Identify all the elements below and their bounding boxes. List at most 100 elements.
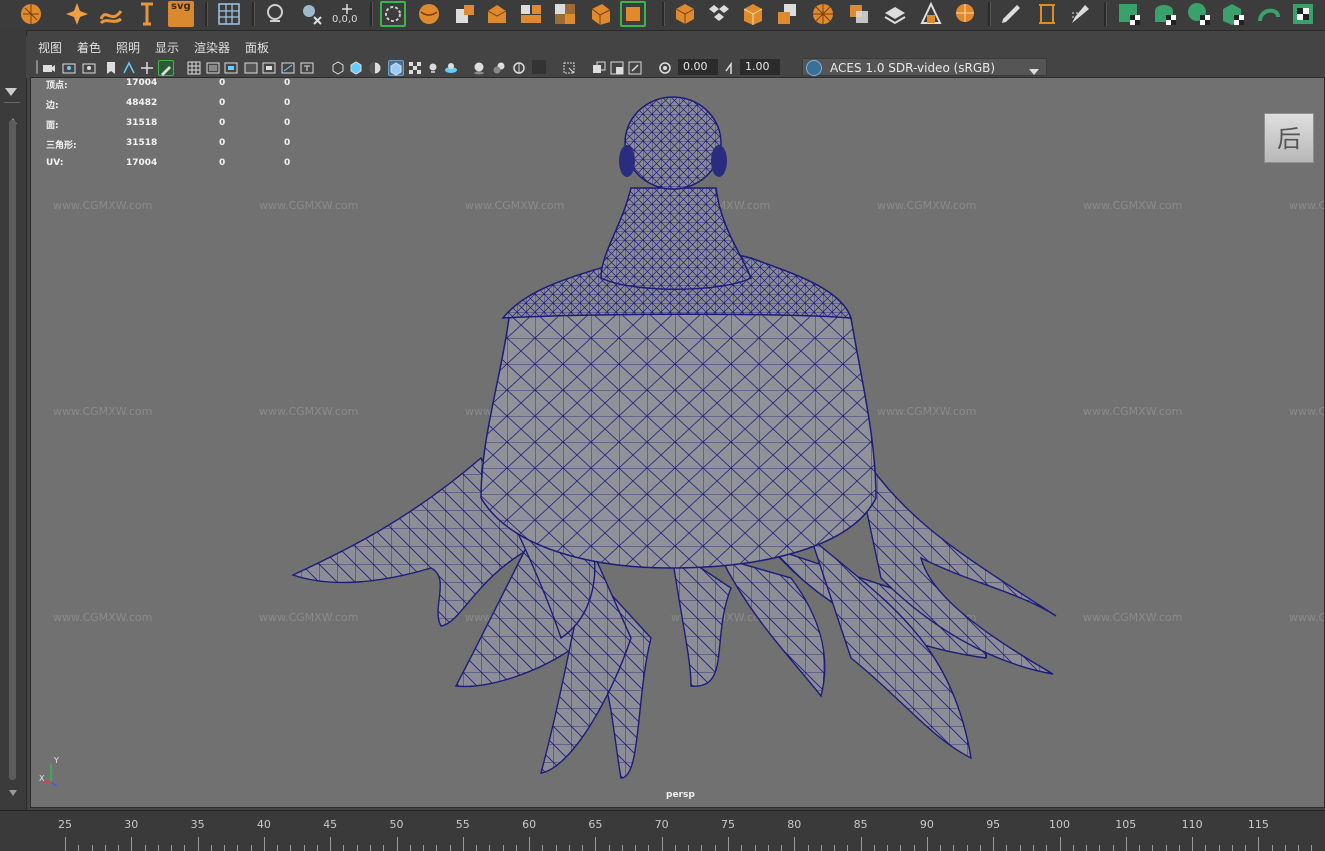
multi-cut-icon[interactable] — [552, 1, 578, 27]
gate-mask-icon[interactable] — [244, 60, 258, 74]
scroll-down-icon[interactable] — [8, 782, 18, 801]
svg-icon[interactable]: svg — [168, 1, 194, 27]
target-weld-icon[interactable] — [706, 1, 732, 27]
timeline-tick — [1152, 845, 1154, 851]
safe-title-icon[interactable] — [300, 60, 314, 74]
grid-icon[interactable] — [216, 1, 242, 27]
camera-lock-icon[interactable] — [82, 60, 96, 74]
timeline-tick-label: 75 — [721, 818, 735, 831]
grid-toggle-icon[interactable] — [187, 60, 201, 75]
timeline-tick-label: 80 — [787, 818, 802, 831]
menu-shading[interactable]: 着色 — [77, 39, 101, 56]
timeline-tick — [807, 845, 809, 851]
brush-icon[interactable] — [1068, 1, 1094, 27]
deformer-icon[interactable] — [846, 1, 872, 27]
zoom-fit-icon[interactable] — [628, 60, 642, 75]
safe-action-icon[interactable] — [281, 60, 295, 74]
2d-view-icon[interactable] — [610, 60, 624, 75]
paint-icon[interactable] — [810, 1, 836, 27]
timeline-ruler[interactable]: 25 30 35 40 45 50 55 60 65 70 75 80 85 90 95 100 105 110 1… — [0, 811, 1325, 851]
smooth-shade-icon[interactable] — [349, 60, 363, 75]
uv-sew-icon[interactable] — [1256, 1, 1282, 27]
deformer-icon[interactable] — [882, 1, 908, 27]
menu-view[interactable]: 视图 — [38, 39, 62, 56]
collapse-arrow-icon[interactable] — [4, 82, 18, 101]
camera-icon[interactable] — [42, 60, 56, 74]
curve-tool-icon[interactable] — [98, 1, 124, 27]
exposure-field[interactable]: 0.00 — [678, 59, 718, 75]
timeline-tick — [171, 845, 173, 851]
insert-edge-loop-icon[interactable] — [588, 1, 614, 27]
deformer-icon[interactable] — [952, 1, 978, 27]
sparkle-icon[interactable] — [64, 1, 90, 27]
merge-icon[interactable] — [620, 1, 646, 27]
time-slider[interactable]: 25 30 35 40 45 50 55 60 65 70 75 80 85 90 95 100 105 110 1… — [0, 810, 1325, 851]
2d-pan-icon[interactable] — [140, 60, 154, 74]
menu-lighting[interactable]: 照明 — [116, 39, 140, 56]
origin-icon[interactable]: 0,0,0 — [330, 1, 364, 27]
exposure-icon[interactable] — [658, 60, 672, 74]
soft-select-icon[interactable] — [774, 1, 800, 27]
extrude-icon[interactable] — [484, 1, 510, 27]
menu-panels[interactable]: 面板 — [245, 39, 269, 56]
sculpt-icon[interactable] — [740, 1, 766, 27]
fill-hole-icon[interactable] — [672, 1, 698, 27]
scrollbar-thumb[interactable] — [9, 120, 16, 780]
polygon-sphere-icon[interactable] — [18, 1, 44, 27]
menu-renderer[interactable]: 渲染器 — [194, 39, 230, 56]
snap-x-icon[interactable] — [298, 1, 324, 27]
screen-space-ao-icon[interactable] — [472, 60, 486, 75]
uv-layout-icon[interactable] — [1152, 1, 1178, 27]
timeline-tick — [661, 837, 663, 851]
measure-icon[interactable] — [1034, 1, 1060, 27]
uv-checker-icon[interactable] — [1290, 1, 1316, 27]
camera-attributes-icon[interactable] — [62, 60, 76, 74]
film-gate-icon[interactable] — [206, 60, 220, 74]
gamma-field[interactable]: 1.00 — [740, 59, 780, 75]
cube-icon[interactable] — [416, 1, 442, 27]
uv-cut-icon[interactable] — [1220, 1, 1246, 27]
timeline-tick-label: 35 — [190, 818, 205, 831]
default-material-icon[interactable] — [368, 60, 382, 74]
field-chart-icon[interactable] — [262, 60, 276, 74]
3d-viewport[interactable]: www.CGMXW.com www.CGMXW.com www.CGMXW.com w… — [30, 77, 1325, 808]
left-sidebar — [0, 30, 27, 810]
image-plane-icon[interactable] — [122, 60, 136, 74]
anti-aliasing-icon[interactable] — [512, 60, 526, 74]
uv-unfold-icon[interactable] — [1186, 1, 1212, 27]
wireframe-on-shaded-icon[interactable] — [388, 60, 404, 76]
light-icon[interactable] — [426, 60, 440, 74]
menu-show[interactable]: 显示 — [155, 39, 179, 56]
timeline-tick — [1112, 845, 1114, 851]
bookmark-icon[interactable] — [104, 60, 118, 74]
resolution-gate-icon[interactable] — [224, 60, 238, 74]
pencil-icon[interactable] — [998, 1, 1024, 27]
deformer-icon[interactable] — [918, 1, 944, 27]
timeline-tick — [1019, 845, 1021, 851]
motion-blur-icon[interactable] — [492, 60, 506, 74]
snap-icon[interactable] — [262, 1, 288, 27]
timeline-tick — [568, 845, 570, 851]
lasso-select-icon[interactable] — [380, 1, 406, 27]
wireframe-icon[interactable] — [331, 60, 345, 75]
color-space-dropdown[interactable]: ACES 1.0 SDR-video (sRGB) — [802, 58, 1047, 76]
depth-of-field-icon[interactable] — [532, 60, 546, 74]
timeline-tick — [1178, 845, 1180, 851]
shelf-divider — [1104, 2, 1107, 26]
hud-toggle-icon[interactable] — [592, 60, 606, 74]
isolate-select-icon[interactable] — [562, 60, 576, 74]
timeline-tick — [847, 845, 849, 851]
timeline-tick — [1032, 845, 1034, 851]
shadows-icon[interactable] — [444, 60, 458, 74]
timeline-tick — [595, 837, 597, 851]
view-cube[interactable]: 后 — [1264, 113, 1314, 163]
bevel-icon[interactable] — [452, 1, 478, 27]
xray-icon[interactable] — [408, 60, 422, 74]
uv-editor-icon[interactable] — [1116, 1, 1142, 27]
bridge-icon[interactable] — [518, 1, 544, 27]
gamma-icon[interactable] — [724, 60, 738, 74]
text-tool-icon[interactable] — [134, 1, 160, 27]
timeline-tick — [940, 845, 942, 851]
timeline-tick — [966, 845, 968, 851]
grease-pencil-icon[interactable] — [158, 60, 174, 76]
